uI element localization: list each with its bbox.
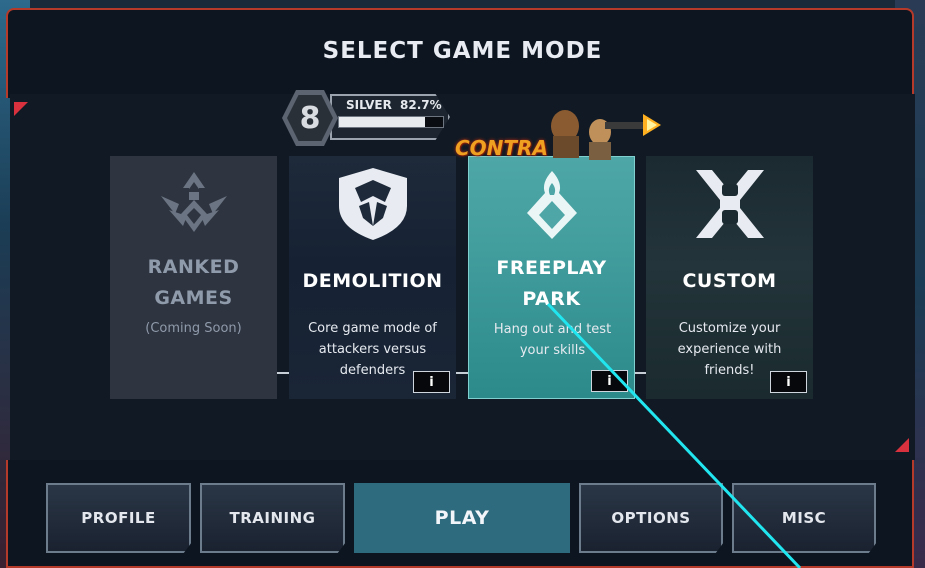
freeplay-title-line2: PARK	[522, 288, 581, 310]
rank-emblem: 8	[282, 90, 338, 146]
rank-tier: SILVER	[346, 98, 392, 112]
x8-logo-icon	[646, 166, 813, 242]
rank-progress-text: 82.7%	[400, 98, 442, 112]
card-divider	[456, 372, 468, 374]
rank-progress-bar	[338, 116, 444, 128]
rank-badge: 8 SILVER 82.7%	[282, 90, 450, 146]
demolition-desc-line1: Core game mode of	[308, 321, 437, 336]
flame-diamond-icon	[469, 169, 634, 241]
nav-options-button[interactable]: OPTIONS	[579, 483, 723, 553]
demolition-info-button[interactable]: i	[413, 371, 450, 393]
ranked-title-line1: RANKED	[147, 256, 240, 278]
freeplay-desc-line2: your skills	[519, 343, 586, 358]
mode-card-ranked: RANKED GAMES (Coming Soon)	[110, 156, 277, 399]
custom-desc-line1: Customize your	[678, 321, 781, 336]
ranked-emblem-icon	[110, 170, 277, 236]
contra-logo-text: CONTRA	[455, 136, 548, 160]
mode-card-freeplay[interactable]: FREEPLAY PARK Hang out and test your ski…	[468, 156, 635, 399]
freeplay-info-button[interactable]: i	[591, 370, 628, 392]
corner-accent-top-left	[14, 102, 28, 116]
custom-title: CUSTOM	[682, 270, 777, 292]
nav-profile-button[interactable]: PROFILE	[46, 483, 191, 553]
custom-info-button[interactable]: i	[770, 371, 807, 393]
contra-promo-logo[interactable]: CONTRA	[455, 100, 665, 172]
nav-misc-button[interactable]: MISC	[732, 483, 876, 553]
mode-card-custom[interactable]: CUSTOM Customize your experience with fr…	[646, 156, 813, 399]
rank-emblem-number: 8	[287, 95, 333, 141]
nav-play-button[interactable]: PLAY	[354, 483, 570, 553]
card-divider	[635, 372, 646, 374]
demolition-title: DEMOLITION	[302, 270, 443, 292]
page-title: SELECT GAME MODE	[322, 38, 603, 64]
mode-card-demolition[interactable]: DEMOLITION Core game mode of attackers v…	[289, 156, 456, 399]
ranked-desc: (Coming Soon)	[145, 321, 242, 336]
card-divider	[277, 372, 289, 374]
freeplay-title-line1: FREEPLAY	[496, 257, 607, 279]
corner-accent-bottom-right	[895, 438, 909, 452]
demolition-desc-line2: attackers versus	[318, 342, 427, 357]
shield-icon	[289, 166, 456, 242]
nav-training-button[interactable]: TRAINING	[200, 483, 345, 553]
freeplay-desc-line1: Hang out and test	[493, 322, 612, 337]
custom-desc-line2: experience with	[677, 342, 782, 357]
ranked-title-line2: GAMES	[154, 287, 233, 309]
rank-progress-fill	[339, 117, 425, 127]
